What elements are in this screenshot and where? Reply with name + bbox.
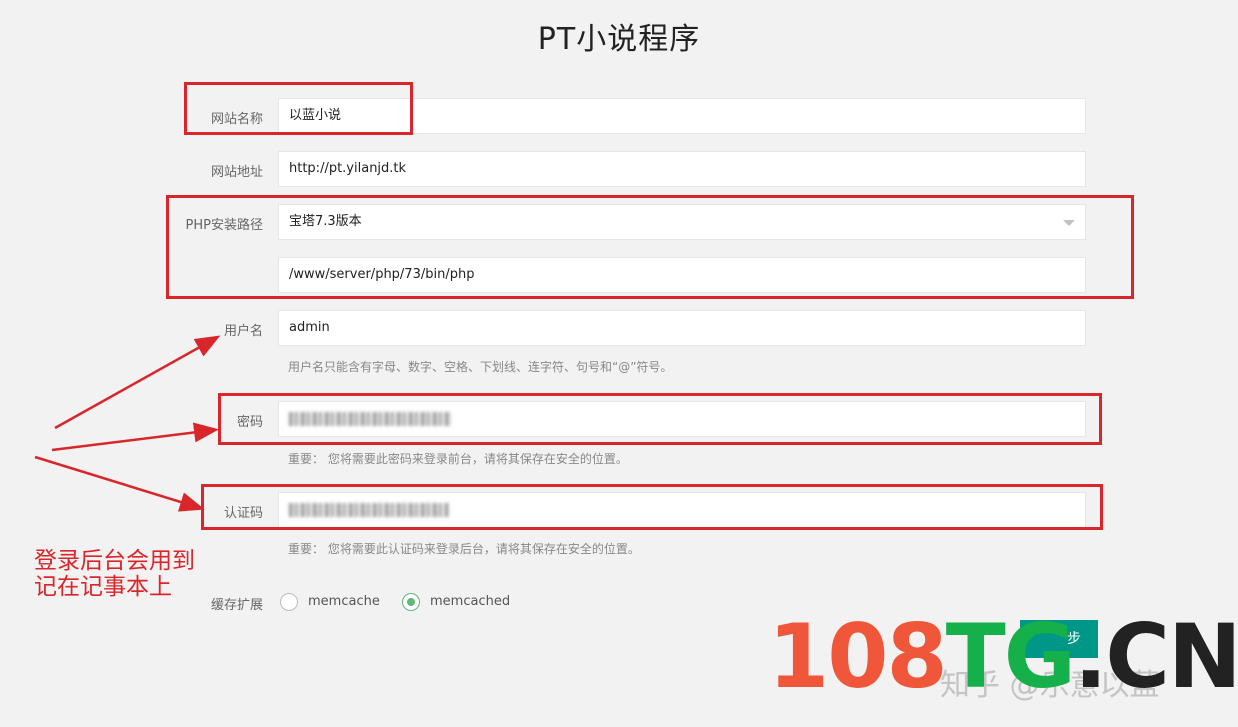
password-hint: 重要： 您将需要此密码来登录前台，请将其保存在安全的位置。 [288, 452, 628, 466]
watermark-tg: TG [945, 605, 1076, 708]
arrow-to-password [51, 422, 219, 452]
site-url-input[interactable]: http://pt.yilanjd.tk [278, 151, 1086, 187]
blurred-auth-code-value [289, 502, 449, 517]
arrow-to-auth-code [34, 455, 205, 512]
auth-code-input[interactable] [278, 492, 1086, 528]
annotation-line-2: 记在记事本上 [34, 574, 172, 600]
auth-code-hint: 重要： 您将需要此认证码来登录后台，请将其保存在安全的位置。 [288, 542, 640, 556]
memcache-radio[interactable] [280, 593, 298, 611]
watermark-cn: .CN [1073, 605, 1238, 708]
username-label: 用户名 [223, 324, 263, 339]
watermark-num: 108 [768, 605, 948, 708]
password-input[interactable] [278, 401, 1086, 437]
memcached-radio[interactable] [402, 593, 420, 611]
php-path-label: PHP安装路径 [185, 218, 263, 233]
username-input[interactable]: admin [278, 310, 1086, 346]
page-title: PT小说程序 [537, 22, 701, 57]
password-label: 密码 [236, 415, 263, 430]
chevron-down-icon [1063, 220, 1075, 226]
auth-code-label: 认证码 [223, 506, 263, 521]
php-path-input[interactable]: /www/server/php/73/bin/php [278, 257, 1086, 293]
memcached-label[interactable]: memcached [430, 594, 510, 609]
username-hint: 用户名只能含有字母、数字、空格、下划线、连字符、句号和“@”符号。 [288, 360, 673, 374]
site-name-input[interactable]: 以蓝小说 [278, 98, 1086, 134]
blurred-password-value [289, 411, 451, 426]
php-version-selected: 宝塔7.3版本 [289, 214, 362, 229]
site-watermark-logo: 108TG.CN [768, 612, 1238, 702]
site-url-label: 网站地址 [210, 165, 263, 180]
php-version-select[interactable]: 宝塔7.3版本 [278, 204, 1086, 240]
annotation-note: 登录后台会用到 记在记事本上 [34, 548, 195, 600]
site-name-label: 网站名称 [210, 112, 263, 127]
annotation-line-1: 登录后台会用到 [34, 548, 195, 574]
memcache-label[interactable]: memcache [308, 594, 380, 609]
